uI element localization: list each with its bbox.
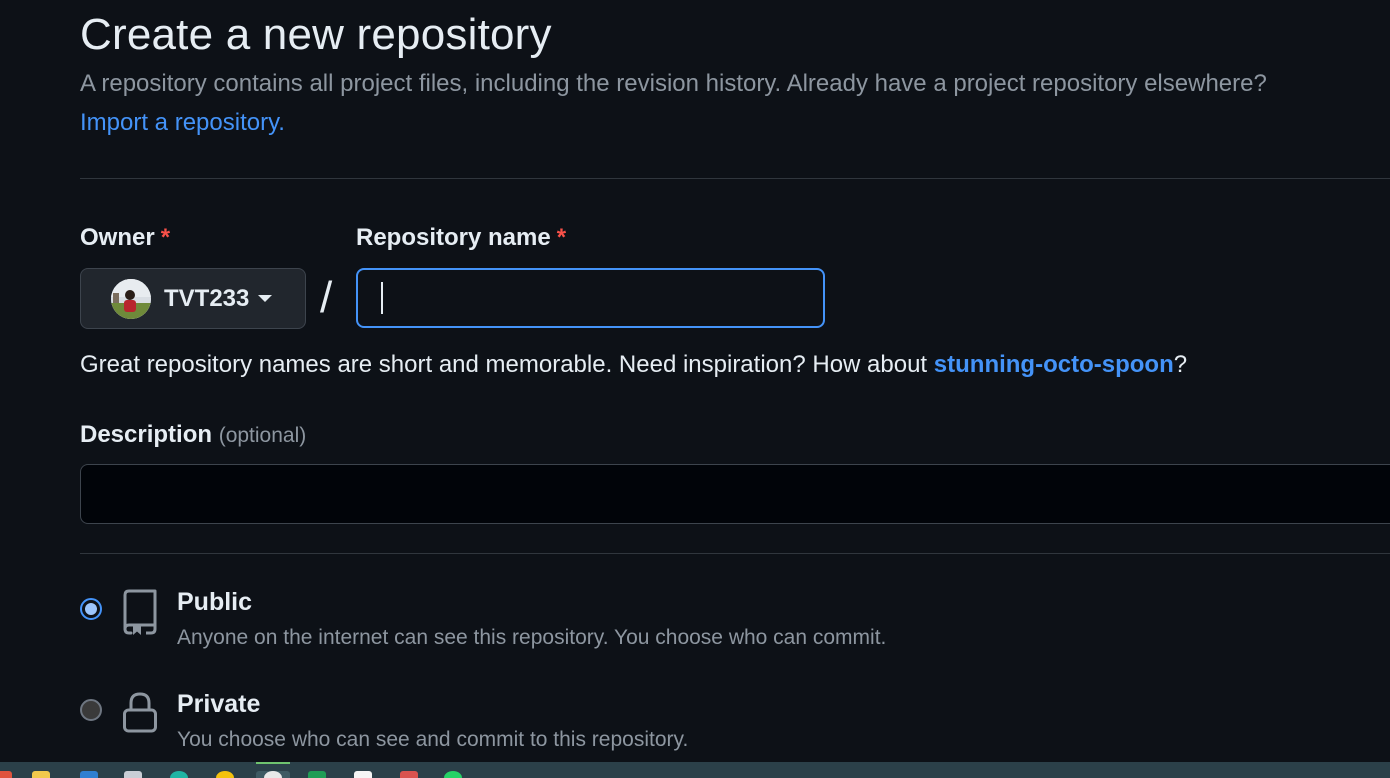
private-description: You choose who can see and commit to thi… [177,728,689,751]
owner-name: TVT233 [164,284,250,312]
create-repo-page: Create a new repository A repository con… [0,0,1390,778]
description-input[interactable] [80,464,1390,524]
app-icon[interactable] [124,771,142,778]
chrome-icon[interactable] [216,771,234,778]
pen-icon[interactable] [400,771,418,778]
public-description: Anyone on the internet can see this repo… [177,626,887,649]
description-label: Description (optional) [80,421,306,449]
repo-name-required-mark: * [556,224,567,251]
sheets-icon[interactable] [308,771,326,778]
windows-taskbar [0,762,1390,778]
repository-name-input[interactable] [356,268,825,328]
owner-required-mark: * [160,224,171,251]
header-divider [80,178,1390,179]
notion-icon[interactable] [354,771,372,778]
chrome-profile-icon[interactable] [256,762,290,778]
section-divider [80,553,1390,554]
description-optional-note: (optional) [218,424,307,447]
private-title: Private [177,690,261,718]
repo-name-label: Repository name * [356,224,566,252]
edge-icon[interactable] [170,771,188,778]
description-label-text: Description [80,421,213,448]
import-repository-link[interactable]: Import a repository. [80,109,285,137]
text-cursor [381,282,383,314]
hint-suffix: ? [1173,351,1188,378]
owner-dropdown-button[interactable]: TVT233 [80,268,306,329]
name-suggestion-link[interactable]: stunning-octo-spoon [934,351,1174,378]
private-radio[interactable] [80,699,102,721]
lock-icon [122,692,158,739]
whatsapp-icon[interactable] [444,771,462,778]
page-subtitle: A repository contains all project files,… [80,70,1267,97]
file-explorer-icon[interactable] [32,771,50,778]
hint-text: Great repository names are short and mem… [80,351,934,378]
start-icon[interactable] [0,771,12,778]
public-title: Public [177,588,253,616]
mail-icon[interactable] [80,771,98,778]
public-radio[interactable] [80,598,102,620]
owner-avatar [111,278,151,319]
repo-name-label-text: Repository name [356,224,551,251]
owner-repo-separator: / [320,273,333,322]
repo-name-hint: Great repository names are short and mem… [80,351,1187,379]
owner-label-text: Owner [80,224,155,251]
page-title: Create a new repository [80,10,552,59]
repo-icon [122,589,158,640]
chevron-down-icon [258,295,273,302]
owner-label: Owner * [80,224,170,252]
